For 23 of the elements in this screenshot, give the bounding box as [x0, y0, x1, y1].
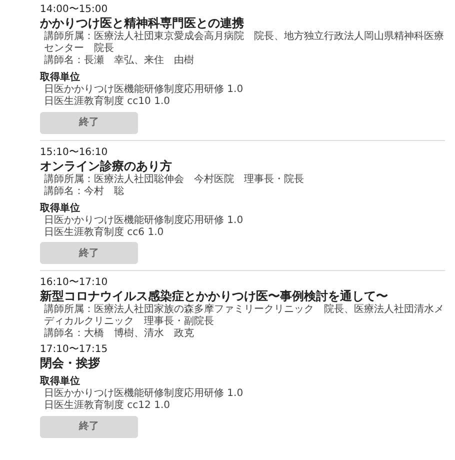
credit-item: 日医生涯教育制度 cc10 1.0	[43, 96, 171, 108]
credit-item: 日医かかりつけ医機能研修制度応用研修 1.0	[43, 84, 244, 96]
credit-item: 日医かかりつけ医機能研修制度応用研修 1.0	[43, 388, 244, 400]
credit-item: 日医生涯教育制度 cc6 1.0	[43, 226, 165, 238]
lecturer-affiliation: 講師所属：医療法人社団家族の森多摩ファミリークリニック 院長、医療法人社団清水メディカルクリニック 理事長・副院長	[43, 304, 445, 328]
lecturer-names: 講師名：長瀬 幸弘、来住 由樹	[43, 55, 195, 67]
session-time: 15:10〜16:10	[40, 146, 109, 158]
credit-item: 日医生涯教育制度 cc12 1.0	[43, 400, 171, 412]
lecturer-names: 講師名：大橋 博樹、清水 政克	[43, 328, 195, 340]
credits-heading: 取得単位	[40, 202, 81, 214]
session-time: 14:00〜15:00	[40, 4, 109, 16]
lecturer-affiliation: 講師所属：医療法人社団東京愛成会高月病院 院長、地方独立行政法人岡山県精神科医療センター 院長	[43, 31, 445, 54]
credits-heading: 取得単位	[40, 71, 81, 84]
lecturer-names: 講師名：今村 聡	[43, 186, 125, 198]
session-title: オンライン診療のあり方	[40, 158, 173, 172]
credits-heading: 取得単位	[40, 375, 81, 388]
session-time: 16:10〜17:10	[40, 277, 109, 289]
session-title: かかりつけ医と精神科専門医との連携	[40, 16, 245, 30]
session-time: 17:10〜17:15	[40, 344, 109, 356]
session-title: 閉会・挨拶	[40, 356, 101, 371]
session-title: 新型コロナウイルス感染症とかかりつけ医〜事例検討を通して〜	[40, 289, 389, 304]
lecturer-affiliation: 講師所属：医療法人社団聡伸会 今村医院 理事長・院長	[43, 174, 305, 186]
credit-item: 日医かかりつけ医機能研修制度応用研修 1.0	[43, 214, 244, 226]
